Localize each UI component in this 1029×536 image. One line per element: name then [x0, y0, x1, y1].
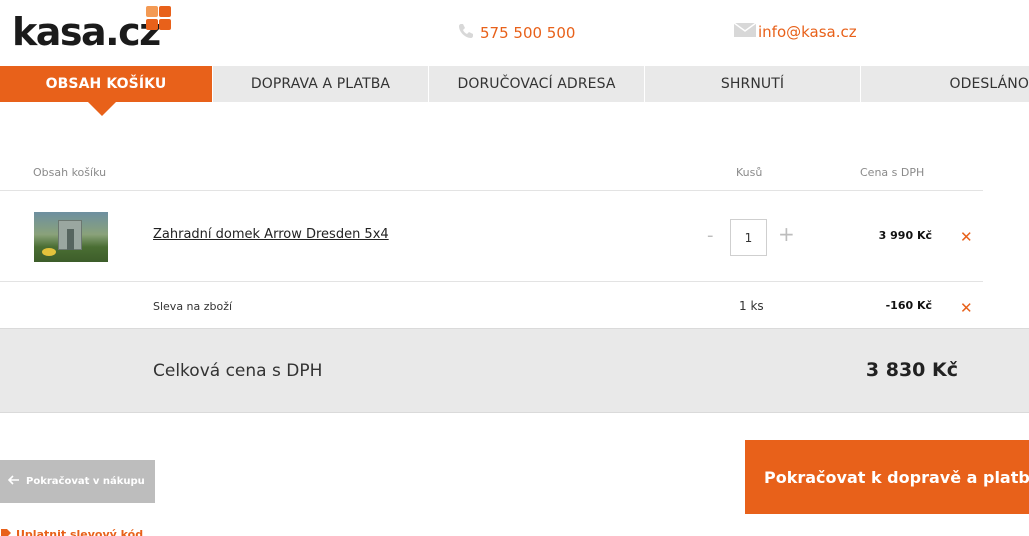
- continue-shopping-button[interactable]: Pokračovat v nákupu: [0, 460, 155, 503]
- quantity-decrease-button[interactable]: -: [707, 225, 714, 246]
- continue-to-shipping-button[interactable]: Pokračovat k dopravě a platbě: [745, 440, 1029, 514]
- tag-icon: [0, 528, 12, 536]
- header-quantity: Kusů: [736, 166, 763, 179]
- step-cart-contents[interactable]: OBSAH KOŠÍKU: [0, 66, 212, 116]
- logo[interactable]: kasa.cz: [12, 10, 161, 54]
- step-shipping-payment[interactable]: DOPRAVA A PLATBA: [212, 66, 428, 102]
- cart-item-row: Zahradní domek Arrow Dresden 5x4 - 1 + 3…: [0, 191, 983, 282]
- step-sent[interactable]: ODESLÁNO: [860, 66, 1029, 102]
- email-contact[interactable]: info@kasa.cz: [733, 22, 857, 41]
- quantity-increase-button[interactable]: +: [778, 222, 795, 246]
- continue-shopping-label: Pokračovat v nákupu: [26, 476, 145, 487]
- total-label: Celková cena s DPH: [153, 361, 323, 381]
- quantity-input[interactable]: 1: [730, 219, 767, 256]
- discount-quantity: 1 ks: [739, 299, 764, 313]
- apply-coupon-link[interactable]: Uplatnit slevový kód: [0, 528, 143, 536]
- remove-discount-icon[interactable]: ✕: [960, 299, 973, 317]
- step-delivery-address[interactable]: DORUČOVACÍ ADRESA: [428, 66, 644, 102]
- cart-table-header: Obsah košíku Kusů Cena s DPH: [0, 160, 983, 191]
- item-price: 3 990 Kč: [878, 229, 932, 242]
- discount-label: Sleva na zboží: [153, 300, 233, 313]
- header-price: Cena s DPH: [860, 166, 925, 179]
- discount-price: -160 Kč: [885, 299, 932, 312]
- product-thumbnail[interactable]: [34, 212, 108, 262]
- discount-row: Sleva na zboží 1 ks -160 Kč ✕: [0, 282, 983, 328]
- total-price: 3 830 Kč: [865, 359, 958, 381]
- envelope-icon: [733, 22, 757, 41]
- product-name-link[interactable]: Zahradní domek Arrow Dresden 5x4: [153, 227, 389, 242]
- checkout-steps: OBSAH KOŠÍKU DOPRAVA A PLATBA DORUČOVACÍ…: [0, 66, 1029, 116]
- total-row: Celková cena s DPH 3 830 Kč: [0, 328, 1029, 413]
- header-content: Obsah košíku: [33, 166, 107, 179]
- arrow-left-icon: [7, 475, 20, 488]
- phone-contact[interactable]: 575 500 500: [458, 23, 575, 43]
- phone-icon: [458, 23, 476, 43]
- logo-mark-icon: [146, 6, 174, 32]
- phone-number: 575 500 500: [480, 24, 576, 42]
- site-header: kasa.cz 575 500 500 info@kasa.cz: [0, 0, 1029, 66]
- remove-item-icon[interactable]: ✕: [960, 228, 973, 246]
- apply-coupon-label: Uplatnit slevový kód: [16, 528, 144, 536]
- step-summary[interactable]: SHRNUTÍ: [644, 66, 860, 102]
- email-address: info@kasa.cz: [758, 23, 857, 41]
